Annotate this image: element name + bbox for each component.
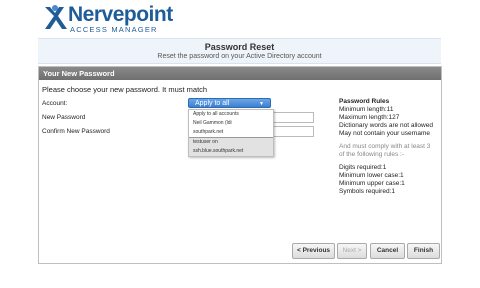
account-select[interactable]: Apply to all ▼ [188, 98, 271, 108]
rule-username: May not contain your username [339, 130, 431, 137]
dropdown-option[interactable]: testuser on [189, 137, 273, 147]
rule-max-length: Maximum length:127 [339, 114, 400, 121]
account-label: Account: [42, 100, 68, 107]
rules-heading: Password Rules [339, 98, 390, 105]
panel-title: Your New Password [39, 67, 441, 80]
logo-mark-icon [45, 5, 67, 29]
rule-comply-1: And must comply with at least 3 [339, 143, 431, 150]
confirm-password-label: Confirm New Password [42, 128, 110, 135]
page-title: Password Reset [204, 42, 275, 52]
cancel-button[interactable]: Cancel [370, 243, 405, 259]
rule-lower: Minimum lower case:1 [339, 172, 404, 179]
dropdown-option[interactable]: Neil Gammon (ldi [189, 119, 273, 128]
rule-comply-2: of the following rules :- [339, 151, 405, 158]
account-select-value: Apply to all [195, 100, 230, 107]
nervepoint-logo: Nervepoint ACCESS MANAGER [42, 3, 173, 34]
next-button[interactable]: Next > [337, 243, 367, 259]
new-password-field[interactable] [272, 112, 314, 123]
brand-name: Nervepoint [68, 3, 173, 26]
rule-symbols: Symbols required:1 [339, 188, 395, 195]
new-password-panel: Your New Password Please choose your new… [38, 66, 442, 264]
page-header: Password Reset Reset the password on you… [38, 38, 441, 64]
brand-subtitle: ACCESS MANAGER [70, 25, 158, 34]
intro-text: Please choose your new password. It must… [42, 85, 208, 94]
chevron-down-icon: ▼ [259, 101, 264, 107]
rule-upper: Minimum upper case:1 [339, 180, 405, 187]
rule-digits: Digits required:1 [339, 164, 387, 171]
new-password-label: New Password [42, 114, 86, 121]
password-rules: Password Rules Minimum length:11 Maximum… [339, 98, 433, 196]
confirm-password-field[interactable] [272, 126, 314, 137]
account-dropdown: Apply to all accounts Neil Gammon (ldi s… [188, 109, 274, 157]
dropdown-option[interactable]: Apply to all accounts [189, 110, 273, 119]
finish-button[interactable]: Finish [407, 243, 440, 259]
dropdown-option[interactable]: southpark.net [189, 128, 273, 137]
page-subtitle: Reset the password on your Active Direct… [157, 53, 322, 60]
rule-min-length: Minimum length:11 [339, 106, 394, 113]
dropdown-option[interactable]: ssh.blue.southpark.net [189, 147, 273, 156]
previous-button[interactable]: < Previous [292, 243, 335, 259]
rule-dictionary: Dictionary words are not allowed [339, 122, 433, 129]
